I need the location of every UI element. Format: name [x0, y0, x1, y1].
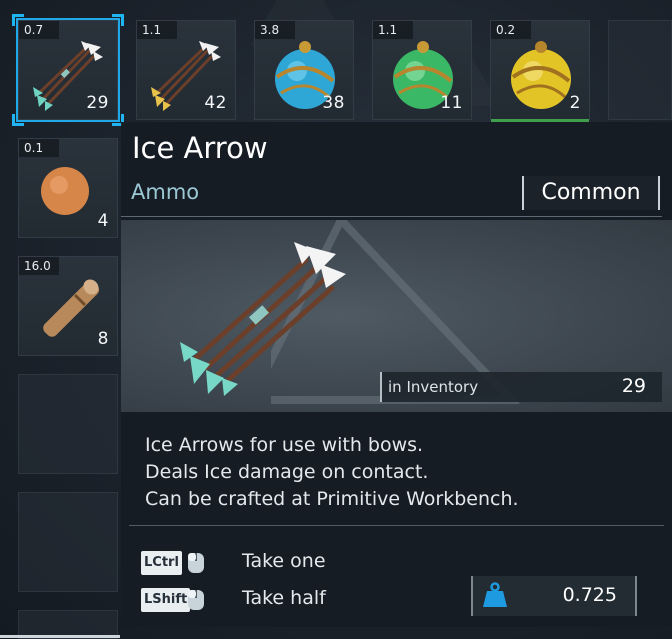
- in-inventory-value: 29: [621, 375, 646, 397]
- bottom-accent-line: [0, 635, 120, 638]
- description-line: Deals Ice damage on contact.: [145, 461, 429, 483]
- item-preview: in Inventory 29: [121, 220, 672, 412]
- mouse-click-icon: [188, 553, 204, 573]
- inventory-slot-round-food[interactable]: 0.1 4: [18, 138, 118, 238]
- hint-label: Take one: [242, 550, 326, 572]
- key-lshift: LShift: [141, 588, 191, 612]
- divider: [129, 525, 664, 526]
- inventory-slot-aqua-sphere[interactable]: 3.8 38: [254, 20, 354, 120]
- item-tooltip: Ice Arrow Ammo Common in Inventory 29 Ic…: [121, 122, 672, 627]
- round-food-icon: [41, 167, 89, 215]
- selection-corner: [112, 14, 124, 26]
- inventory-slot-wooden-log[interactable]: 16.0 8: [18, 256, 118, 356]
- slot-quantity: 11: [440, 93, 463, 113]
- inventory-slot-empty[interactable]: [18, 374, 118, 474]
- in-inventory-box: in Inventory 29: [380, 372, 662, 402]
- slot-quantity: 29: [86, 93, 109, 113]
- weight-icon: [483, 582, 507, 607]
- selection-corner: [12, 114, 24, 126]
- inventory-slot-ice-arrow[interactable]: 0.7 29: [12, 14, 124, 126]
- mouse-click-icon: [188, 590, 204, 610]
- item-weight-box: 0.725: [471, 576, 637, 616]
- slot-quantity: 4: [97, 211, 109, 231]
- in-inventory-label: in Inventory: [388, 378, 479, 396]
- inventory-slot-empty[interactable]: [608, 20, 672, 120]
- item-title: Ice Arrow: [132, 131, 268, 165]
- hint-label: Take half: [242, 587, 326, 609]
- inventory-slot-empty[interactable]: [18, 492, 118, 592]
- item-weight-value: 0.725: [562, 584, 617, 606]
- gold-sphere-icon: [511, 41, 571, 109]
- key-lctrl: LCtrl: [141, 551, 182, 575]
- description-line: Ice Arrows for use with bows.: [145, 434, 424, 456]
- inventory-slot-green-sphere[interactable]: 1.1 11: [372, 20, 472, 120]
- item-description: Ice Arrows for use with bows. Deals Ice …: [145, 432, 519, 513]
- description-line: Can be crafted at Primitive Workbench.: [145, 488, 519, 510]
- rarity-badge: Common: [522, 176, 660, 210]
- slot-quantity: 8: [97, 329, 109, 349]
- slot-quantity: 38: [322, 93, 345, 113]
- slot-quantity: 2: [569, 93, 581, 113]
- inventory-slot-shock-arrow[interactable]: 1.1 42: [136, 20, 236, 120]
- ice-arrow-preview-icon: [180, 242, 346, 396]
- wooden-log-icon: [43, 279, 100, 337]
- item-category: Ammo: [131, 180, 200, 204]
- divider: [121, 216, 662, 217]
- slot-quantity: 42: [204, 93, 227, 113]
- inventory-slot-gold-sphere[interactable]: 0.2 2: [490, 20, 590, 122]
